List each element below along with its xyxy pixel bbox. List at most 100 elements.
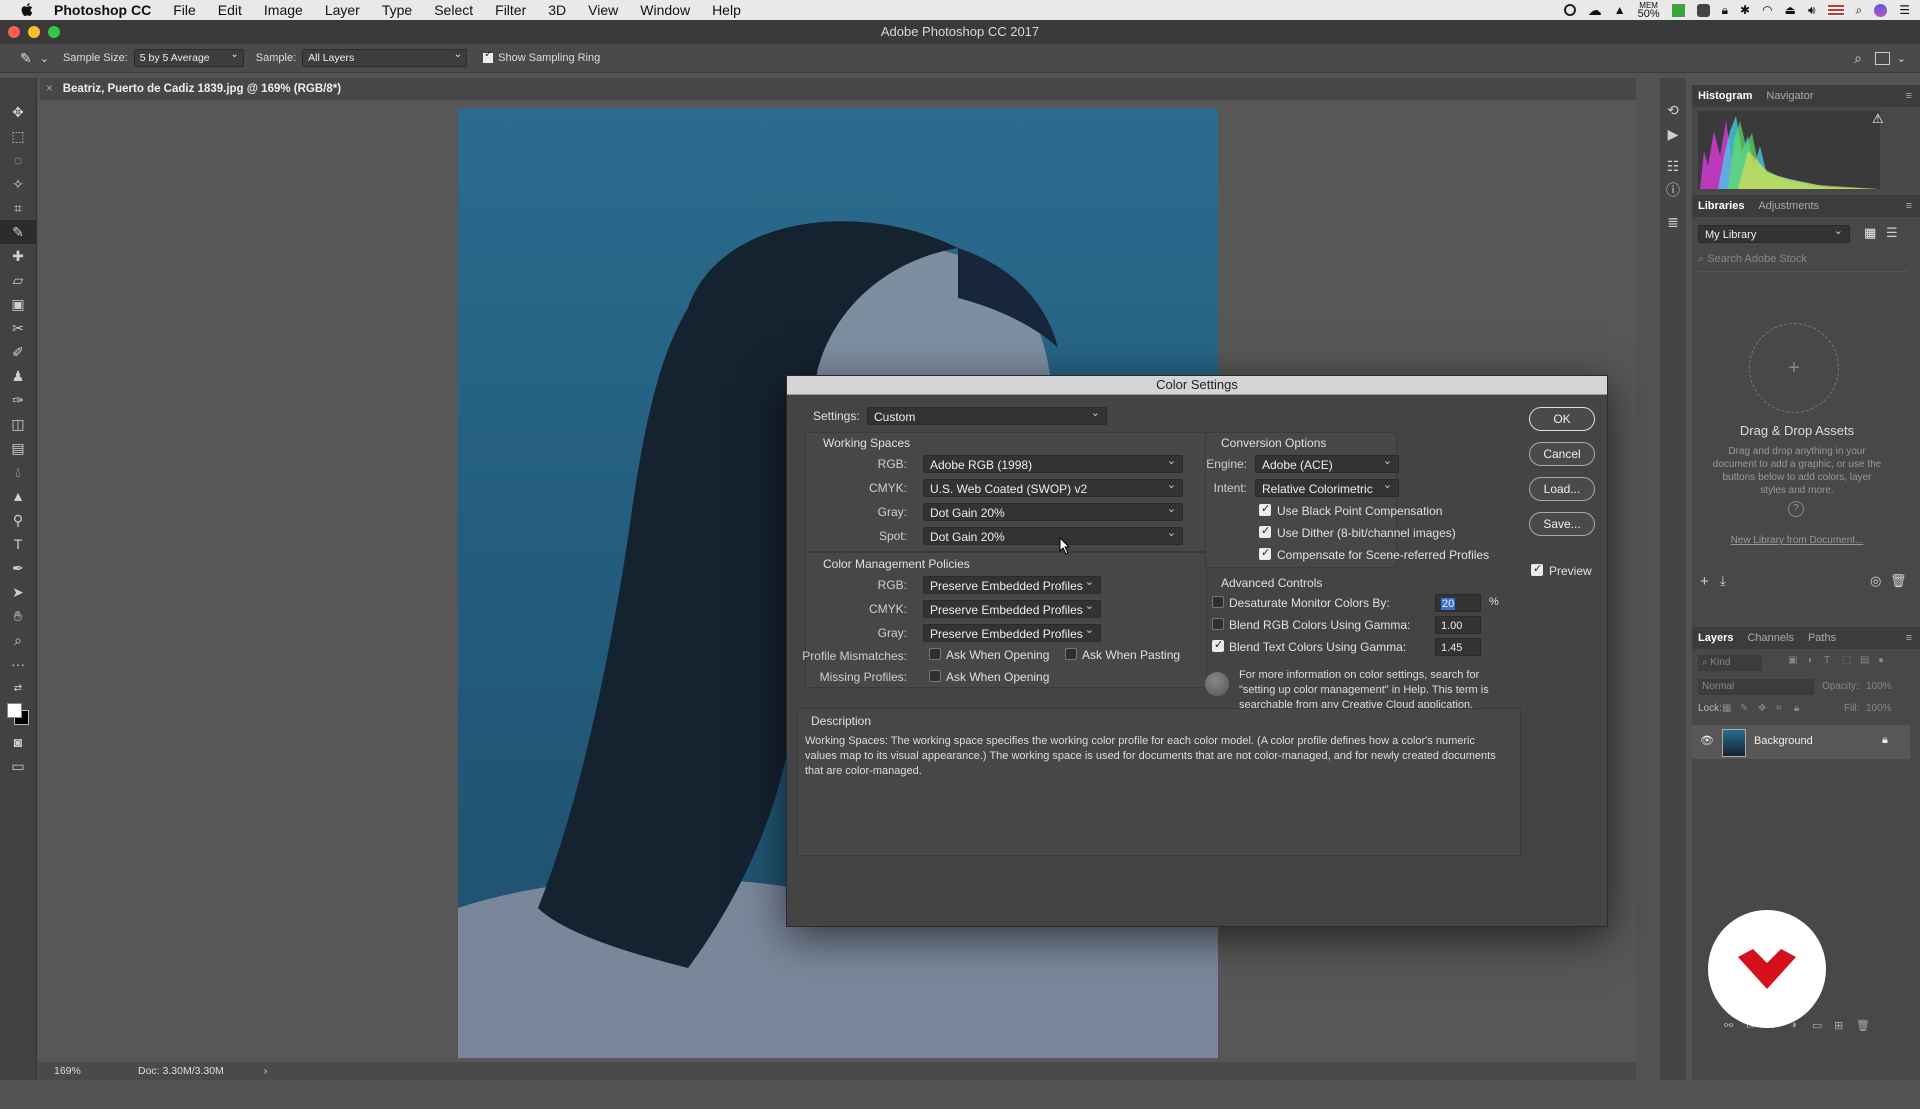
filter-adjustment-icon[interactable]: ◑ — [1806, 655, 1812, 666]
wifi-icon[interactable]: ◠ — [1762, 3, 1772, 17]
crop-tool-icon[interactable]: ⌗ — [0, 196, 36, 220]
preview-checkbox[interactable] — [1531, 562, 1543, 576]
cancel-button[interactable]: Cancel — [1529, 442, 1595, 466]
delete-library-icon[interactable]: 🗑︎ — [1890, 573, 1907, 589]
type-tool-icon[interactable]: T — [0, 532, 36, 556]
layer-row-background[interactable]: 👁︎ Background 🔒︎ — [1692, 725, 1910, 759]
menu-view[interactable]: View — [588, 2, 618, 18]
move-tool-icon[interactable]: ✥ — [0, 100, 36, 124]
drive-icon[interactable]: ▲ — [1614, 3, 1626, 17]
load-button[interactable]: Load... — [1529, 477, 1595, 501]
list-icon[interactable]: ☰ — [1899, 3, 1910, 17]
menu-3d[interactable]: 3D — [548, 2, 566, 18]
tab-channels[interactable]: Channels — [1747, 632, 1793, 644]
close-window-button[interactable] — [8, 26, 20, 38]
blend-text-checkbox[interactable] — [1212, 638, 1224, 652]
workspace-icon[interactable] — [1875, 51, 1890, 65]
sample-select[interactable]: All Layers — [302, 47, 468, 67]
policy-rgb-select[interactable]: Preserve Embedded Profiles — [923, 573, 1101, 594]
fill-value[interactable]: 100% — [1866, 703, 1892, 714]
ws-spot-select[interactable]: Dot Gain 20% — [923, 524, 1183, 545]
tab-navigator[interactable]: Navigator — [1766, 90, 1813, 102]
grid-view-icon[interactable]: ▦ — [1864, 225, 1876, 241]
info-panel-icon[interactable]: ⓘ — [1660, 178, 1686, 202]
filter-shape-icon[interactable]: ⬚ — [1842, 655, 1851, 666]
delete-layer-icon[interactable]: 🗑︎ — [1856, 1019, 1870, 1032]
help-icon[interactable]: ? — [1788, 501, 1804, 517]
foreground-color-swatch[interactable] — [7, 703, 22, 718]
filter-toggle-icon[interactable]: ● — [1878, 655, 1884, 666]
intent-select[interactable]: Relative Colorimetric — [1255, 476, 1399, 497]
engine-select[interactable]: Adobe (ACE) — [1255, 452, 1399, 473]
healing-brush-tool-icon[interactable]: ✚ — [0, 244, 36, 268]
blend-rgb-input[interactable]: 1.00 — [1435, 616, 1481, 634]
show-sampling-ring-checkbox[interactable]: ✓ — [483, 49, 494, 63]
dodge-tool-icon[interactable]: ⚲ — [0, 508, 36, 532]
search-icon[interactable]: ⌕ — [1856, 3, 1863, 18]
menu-window[interactable]: Window — [640, 2, 690, 18]
layer-comps-panel-icon[interactable]: ≣ — [1660, 210, 1686, 234]
menu-type[interactable]: Type — [382, 2, 412, 18]
tab-layers[interactable]: Layers — [1698, 632, 1733, 644]
swap-colors-icon[interactable]: ⇄ — [0, 676, 36, 700]
properties-panel-icon[interactable]: ☷ — [1660, 154, 1686, 178]
ws-gray-select[interactable]: Dot Gain 20% — [923, 500, 1183, 521]
search-tool-icon[interactable]: ⌕ — [1854, 50, 1862, 67]
marquee-tool-icon[interactable]: ⬚ — [0, 124, 36, 148]
layer-visibility-eye-icon[interactable]: 👁︎ — [1700, 734, 1714, 747]
frame-tool-icon[interactable]: ▣ — [0, 292, 36, 316]
record-icon[interactable] — [1563, 4, 1576, 16]
filter-type-icon[interactable]: T — [1824, 655, 1830, 666]
ok-button[interactable]: OK — [1529, 407, 1595, 431]
tool-preset-chevron-icon[interactable]: ⌄ — [40, 52, 49, 65]
layer-filter-kind-select[interactable]: ⌕ Kind — [1698, 655, 1762, 671]
mismatch-ask-opening-checkbox[interactable] — [929, 648, 941, 660]
new-library-from-document-link[interactable]: New Library from Document... — [1692, 535, 1902, 546]
scissors-tool-icon[interactable]: ✂ — [0, 316, 36, 340]
app-green-icon[interactable] — [1671, 3, 1685, 17]
dither-checkbox[interactable] — [1259, 524, 1271, 538]
policy-gray-select[interactable]: Preserve Embedded Profiles — [923, 621, 1101, 642]
quick-mask-icon[interactable]: ◙ — [0, 730, 36, 754]
list-view-icon[interactable]: ☰ — [1886, 225, 1898, 241]
lock-position-icon[interactable]: ✥ — [1758, 703, 1766, 714]
blend-mode-select[interactable]: Normal — [1698, 679, 1814, 695]
filter-pixel-icon[interactable]: ▣ — [1788, 655, 1797, 666]
eraser-tool-icon[interactable]: ◫ — [0, 412, 36, 436]
screen-mode-icon[interactable]: ▭ — [0, 754, 36, 778]
zoom-tool-icon[interactable]: ⌕ — [0, 628, 36, 652]
new-group-icon[interactable]: ▭ — [1812, 1019, 1822, 1032]
lasso-tool-icon[interactable]: ◌ — [0, 148, 36, 172]
eyedropper-icon[interactable]: ✎ — [20, 50, 32, 67]
magic-wand-tool-icon[interactable]: ✧ — [0, 172, 36, 196]
stamp-tool-icon[interactable]: ♟ — [0, 364, 36, 388]
opacity-value[interactable]: 100% — [1866, 681, 1892, 692]
lock-icon[interactable]: 🔒︎ — [1722, 3, 1728, 18]
tab-paths[interactable]: Paths — [1808, 632, 1836, 644]
layer-name[interactable]: Background — [1754, 735, 1813, 747]
lock-image-icon[interactable]: ✎ — [1740, 703, 1748, 714]
save-button[interactable]: Save... — [1529, 512, 1595, 536]
sample-size-select[interactable]: 5 by 5 Average — [133, 47, 244, 67]
workspace-chevron-icon[interactable]: ⌄ — [1897, 52, 1906, 65]
gradient-tool-icon[interactable]: ▤ — [0, 436, 36, 460]
menu-edit[interactable]: Edit — [218, 2, 242, 18]
lock-pixels-icon[interactable]: ▦ — [1722, 703, 1731, 714]
histogram-warning-icon[interactable]: ⚠ — [1872, 111, 1884, 127]
layers-menu-icon[interactable]: ≡ — [1906, 632, 1912, 644]
history-brush-tool-icon[interactable]: ✑ — [0, 388, 36, 412]
menu-file[interactable]: File — [173, 2, 196, 18]
tab-libraries[interactable]: Libraries — [1698, 200, 1744, 212]
settings-select[interactable]: Custom — [867, 404, 1107, 425]
tab-histogram[interactable]: Histogram — [1698, 90, 1752, 102]
apple-icon[interactable] — [18, 1, 36, 19]
sharpen-tool-icon[interactable]: ▲ — [0, 484, 36, 508]
menu-app-name[interactable]: Photoshop CC — [54, 2, 151, 18]
patch-tool-icon[interactable]: ▱ — [0, 268, 36, 292]
minimize-window-button[interactable] — [28, 26, 40, 38]
path-selection-tool-icon[interactable]: ➤ — [0, 580, 36, 604]
scene-referred-checkbox[interactable] — [1259, 546, 1271, 560]
blend-rgb-checkbox[interactable] — [1212, 618, 1224, 630]
libraries-menu-icon[interactable]: ≡ — [1906, 200, 1912, 212]
add-asset-circle[interactable]: + — [1749, 323, 1839, 413]
